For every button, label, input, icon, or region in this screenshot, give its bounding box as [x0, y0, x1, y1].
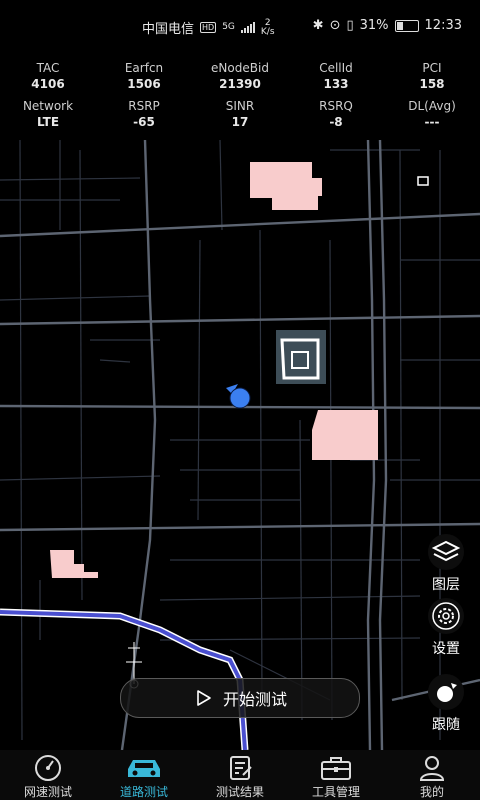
carrier-label: 中国电信: [142, 22, 195, 37]
layers-icon: [428, 534, 464, 570]
tab-label: 网速测试: [23, 785, 72, 799]
map-view[interactable]: [0, 50, 480, 750]
tab-tool-management[interactable]: 工具管理: [288, 750, 384, 800]
cell-info-dl-avg: DL(Avg) ---: [384, 98, 480, 130]
locate-icon: [428, 674, 464, 710]
cell-info-pci: PCI 158: [384, 60, 480, 92]
info-value: -65: [133, 115, 155, 129]
settings-label: 设置: [432, 641, 460, 657]
vibrate-icon: ▯: [346, 18, 354, 33]
info-label: Network: [22, 99, 74, 113]
cell-info-sinr: SINR 17: [192, 98, 288, 130]
info-label: SINR: [225, 99, 255, 113]
tab-label: 道路测试: [119, 785, 168, 799]
tab-label: 测试结果: [215, 785, 264, 799]
info-label: RSRP: [128, 99, 160, 113]
cell-info-row: TAC 4106 Earfcn 1506 eNodeBid 21390 CellId 1…: [0, 60, 480, 92]
location-status-icon: ⊙: [329, 18, 341, 33]
tab-label: 工具管理: [311, 785, 360, 799]
follow-button[interactable]: 跟随: [420, 674, 472, 734]
info-label: TAC: [36, 61, 60, 75]
cell-info-network: Network LTE: [0, 98, 96, 130]
network-type: 5G: [222, 22, 235, 32]
cell-info-rsrq: RSRQ -8: [288, 98, 384, 130]
start-test-label: 开始测试: [222, 690, 287, 709]
gear-icon: [428, 598, 464, 634]
cell-info-cellid: CellId 133: [288, 60, 384, 92]
settings-button[interactable]: 设置: [420, 598, 472, 658]
info-value: 1506: [127, 77, 161, 91]
info-value: 133: [323, 77, 349, 91]
net-speed: 2 K/s: [260, 18, 275, 37]
battery-percent: 31%: [359, 18, 389, 33]
info-label: eNodeBid: [211, 61, 269, 75]
info-label: RSRQ: [319, 99, 353, 113]
info-value: 21390: [219, 77, 261, 91]
start-test-button[interactable]: 开始测试: [120, 678, 360, 718]
info-label: DL(Avg): [408, 99, 456, 113]
layers-button[interactable]: 图层: [420, 534, 472, 594]
info-value: -8: [329, 115, 343, 129]
cell-info-row: Network LTE RSRP -65 SINR 17 RSRQ -8 DL(Avg)…: [0, 98, 480, 130]
follow-label: 跟随: [432, 717, 460, 733]
tab-speed-test[interactable]: 网速测试: [0, 750, 96, 800]
clock: 12:33: [424, 18, 462, 33]
info-value: ---: [424, 115, 440, 129]
signal-icon: [240, 22, 255, 33]
clipboard-icon: [225, 752, 255, 783]
status-bar: 中国电信 HD 5G 2 K/s ✱ ⊙ ▯ 31% 12:33: [0, 0, 480, 50]
battery-icon: [394, 19, 419, 32]
info-value: LTE: [36, 115, 60, 129]
cell-info-enodebid: eNodeBid 21390: [192, 60, 288, 92]
cell-info-tac: TAC 4106: [0, 60, 96, 92]
tab-label: 我的: [419, 785, 444, 799]
info-value: 158: [419, 77, 445, 91]
net-speed-unit: K/s: [260, 26, 275, 37]
bluetooth-icon: ✱: [312, 18, 324, 33]
tab-road-test[interactable]: 道路测试: [96, 750, 192, 800]
hd-icon: HD: [200, 22, 217, 33]
user-icon: [417, 752, 447, 783]
info-label: CellId: [319, 61, 353, 75]
layers-label: 图层: [432, 577, 460, 593]
tab-test-results[interactable]: 测试结果: [192, 750, 288, 800]
toolbox-icon: [319, 752, 353, 783]
cell-info-rsrp: RSRP -65: [96, 98, 192, 130]
info-label: Earfcn: [124, 61, 164, 75]
cell-info-earfcn: Earfcn 1506: [96, 60, 192, 92]
car-icon: [124, 752, 164, 783]
cell-info-panel: TAC 4106 Earfcn 1506 eNodeBid 21390 CellId 1…: [0, 60, 480, 130]
speedometer-icon: [33, 752, 63, 783]
bottom-tab-bar: 网速测试 道路测试 测试结果 工具管理 我的: [0, 750, 480, 800]
play-icon: [197, 690, 211, 706]
info-value: 4106: [31, 77, 65, 91]
info-value: 17: [231, 115, 249, 129]
tab-mine[interactable]: 我的: [384, 750, 480, 800]
info-label: PCI: [422, 61, 442, 75]
